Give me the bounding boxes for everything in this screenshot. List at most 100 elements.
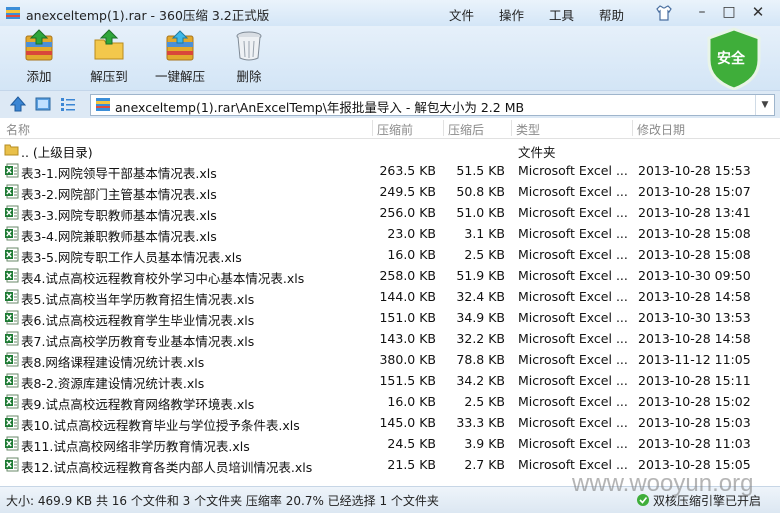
one-click-extract-button[interactable]: 一键解压 [150, 28, 210, 88]
table-row[interactable]: 表12.试点高校远程教育各类内部人员培训情况表.xls 21.5 KB 2.7 KB… [0, 454, 780, 475]
table-row[interactable]: 表3-3.网院专职教师基本情况表.xls 256.0 KB 51.0 KB Micro… [0, 202, 780, 223]
file-name: 表3-2.网院部门主管基本情况表.xls [21, 187, 217, 202]
file-size: 258.0 KB [379, 268, 436, 283]
table-row[interactable]: 表11.试点高校网络非学历教育情况表.xls 24.5 KB 3.9 KB Micro… [0, 433, 780, 454]
table-row[interactable]: 表9.试点高校远程教育网络教学环境表.xls 16.0 KB 2.5 KB Micro… [0, 391, 780, 412]
table-row[interactable]: 表8.网络课程建设情况统计表.xls 380.0 KB 78.8 KB Microso… [0, 349, 780, 370]
file-type: Microsoft Excel ... [518, 352, 628, 367]
close-button[interactable]: ✕ [748, 3, 768, 21]
file-size: 16.0 KB [387, 247, 436, 262]
file-size: 23.0 KB [387, 226, 436, 241]
thumbnail-view-icon[interactable] [35, 96, 51, 112]
table-row[interactable]: 表3-5.网院专职工作人员基本情况表.xls 16.0 KB 2.5 KB Micro… [0, 244, 780, 265]
modified-date: 2013-10-28 14:58 [638, 289, 751, 304]
menu-file[interactable]: 文件 [449, 5, 474, 24]
packed-size: 32.4 KB [456, 289, 505, 304]
file-name: 表6.试点高校远程教育学生毕业情况表.xls [21, 313, 255, 328]
add-button[interactable]: 添加 [16, 28, 62, 88]
trash-icon [236, 31, 262, 61]
file-list: .. (上级目录) 文件夹 表3-1.网院领导干部基本情况表.xls 263.5 KB… [0, 139, 780, 485]
file-name: 表3-5.网院专职工作人员基本情况表.xls [21, 250, 242, 265]
table-row[interactable]: 表5.试点高校当年学历教育招生情况表.xls 144.0 KB 32.4 KB Mic… [0, 286, 780, 307]
list-header: 名称 压缩前 压缩后 类型 修改日期 [0, 118, 780, 139]
file-type: Microsoft Excel ... [518, 226, 628, 241]
modified-date: 2013-10-28 15:05 [638, 457, 751, 472]
file-size: 144.0 KB [379, 289, 436, 304]
column-divider[interactable] [372, 120, 373, 136]
packed-size: 2.7 KB [464, 457, 505, 472]
file-type: Microsoft Excel ... [518, 331, 628, 346]
packed-size: 3.9 KB [464, 436, 505, 451]
file-name: 表7.试点高校学历教育专业基本情况表.xls [21, 334, 255, 349]
column-divider[interactable] [443, 120, 444, 136]
delete-button[interactable]: 删除 [226, 28, 272, 88]
menu-tools[interactable]: 工具 [549, 5, 574, 24]
packed-size: 2.5 KB [464, 394, 505, 409]
address-field[interactable]: anexceltemp(1).rar\AnExcelTemp\年报批量导入 - … [90, 94, 775, 116]
column-modified-header[interactable]: 修改日期 [637, 121, 685, 138]
packed-size: 3.1 KB [464, 226, 505, 241]
file-size: 151.5 KB [379, 373, 436, 388]
table-row[interactable]: 表4.试点高校远程教育校外学习中心基本情况表.xls 258.0 KB 51.9 K… [0, 265, 780, 286]
excel-file-icon [5, 268, 19, 283]
excel-file-icon [5, 394, 19, 409]
menu-operation[interactable]: 操作 [499, 5, 524, 24]
file-name: 表11.试点高校网络非学历教育情况表.xls [21, 439, 250, 454]
file-name: 表12.试点高校远程教育各类内部人员培训情况表.xls [21, 460, 313, 475]
table-row[interactable]: 表7.试点高校学历教育专业基本情况表.xls 143.0 KB 32.2 KB Mic… [0, 328, 780, 349]
excel-file-icon [5, 226, 19, 241]
menu-help[interactable]: 帮助 [599, 5, 624, 24]
modified-date: 2013-10-28 15:03 [638, 415, 751, 430]
archive-icon [96, 98, 110, 111]
table-row[interactable]: 表10.试点高校远程教育毕业与学位授予条件表.xls 145.0 KB 33.3 K… [0, 412, 780, 433]
up-arrow-icon[interactable] [10, 96, 26, 112]
engine-status: 双核压缩引擎已开启 [653, 494, 762, 508]
file-size: 256.0 KB [379, 205, 436, 220]
maximize-button[interactable]: □ [719, 3, 739, 21]
modified-date: 2013-10-28 15:53 [638, 163, 751, 178]
table-row[interactable]: 表8-2.资源库建设情况统计表.xls 151.5 KB 34.2 KB Micros… [0, 370, 780, 391]
packed-size: 2.5 KB [464, 247, 505, 262]
extract-to-button[interactable]: 解压到 [82, 28, 136, 88]
modified-date: 2013-10-28 15:08 [638, 247, 751, 262]
column-divider[interactable] [511, 120, 512, 136]
one-click-extract-label: 一键解压 [154, 69, 205, 84]
modified-date: 2013-11-12 11:05 [638, 352, 751, 367]
skin-icon[interactable] [655, 4, 673, 22]
column-divider[interactable] [632, 120, 633, 136]
file-name: 表8-2.资源库建设情况统计表.xls [21, 376, 205, 391]
column-type-header[interactable]: 类型 [516, 121, 540, 138]
file-type: Microsoft Excel ... [518, 415, 628, 430]
engine-icon [637, 494, 649, 506]
file-name: 表10.试点高校远程教育毕业与学位授予条件表.xls [21, 418, 300, 433]
status-summary: 大小: 469.9 KB 共 16 个文件和 3 个文件夹 压缩率 20.7% … [6, 494, 439, 508]
column-name-header[interactable]: 名称 [6, 121, 30, 138]
minimize-button[interactable]: – [692, 3, 712, 21]
window-title: anexceltemp(1).rar - 360压缩 3.2正式版 [26, 8, 270, 23]
list-view-icon[interactable] [60, 96, 76, 112]
file-name: 表3-1.网院领导干部基本情况表.xls [21, 166, 217, 181]
file-type: Microsoft Excel ... [518, 457, 628, 472]
address-dropdown-icon[interactable]: ▼ [755, 95, 774, 115]
file-size: 145.0 KB [379, 415, 436, 430]
packed-size: 34.9 KB [456, 310, 505, 325]
table-row[interactable]: 表3-4.网院兼职教师基本情况表.xls 23.0 KB 3.1 KB Microso… [0, 223, 780, 244]
one-click-extract-icon [166, 30, 194, 61]
file-type: Microsoft Excel ... [518, 184, 628, 199]
security-label: 安全 [717, 51, 745, 67]
address-bar-row: anexceltemp(1).rar\AnExcelTemp\年报批量导入 - … [0, 90, 780, 118]
excel-file-icon [5, 205, 19, 220]
column-packed-header[interactable]: 压缩后 [448, 121, 484, 138]
column-size-header[interactable]: 压缩前 [377, 121, 413, 138]
table-row[interactable]: 表3-2.网院部门主管基本情况表.xls 249.5 KB 50.8 KB Micro… [0, 181, 780, 202]
delete-label: 删除 [236, 69, 262, 84]
file-type: 文件夹 [518, 145, 556, 160]
file-type: Microsoft Excel ... [518, 163, 628, 178]
file-size: 143.0 KB [379, 331, 436, 346]
packed-size: 51.5 KB [456, 163, 505, 178]
table-row[interactable]: 表6.试点高校远程教育学生毕业情况表.xls 151.0 KB 34.9 KB Mic… [0, 307, 780, 328]
address-path: anexceltemp(1).rar\AnExcelTemp\年报批量导入 - … [115, 100, 525, 115]
table-row[interactable]: 表3-1.网院领导干部基本情况表.xls 263.5 KB 51.5 KB Micro… [0, 160, 780, 181]
app-icon [6, 7, 20, 19]
parent-directory-row[interactable]: .. (上级目录) 文件夹 [0, 139, 780, 160]
